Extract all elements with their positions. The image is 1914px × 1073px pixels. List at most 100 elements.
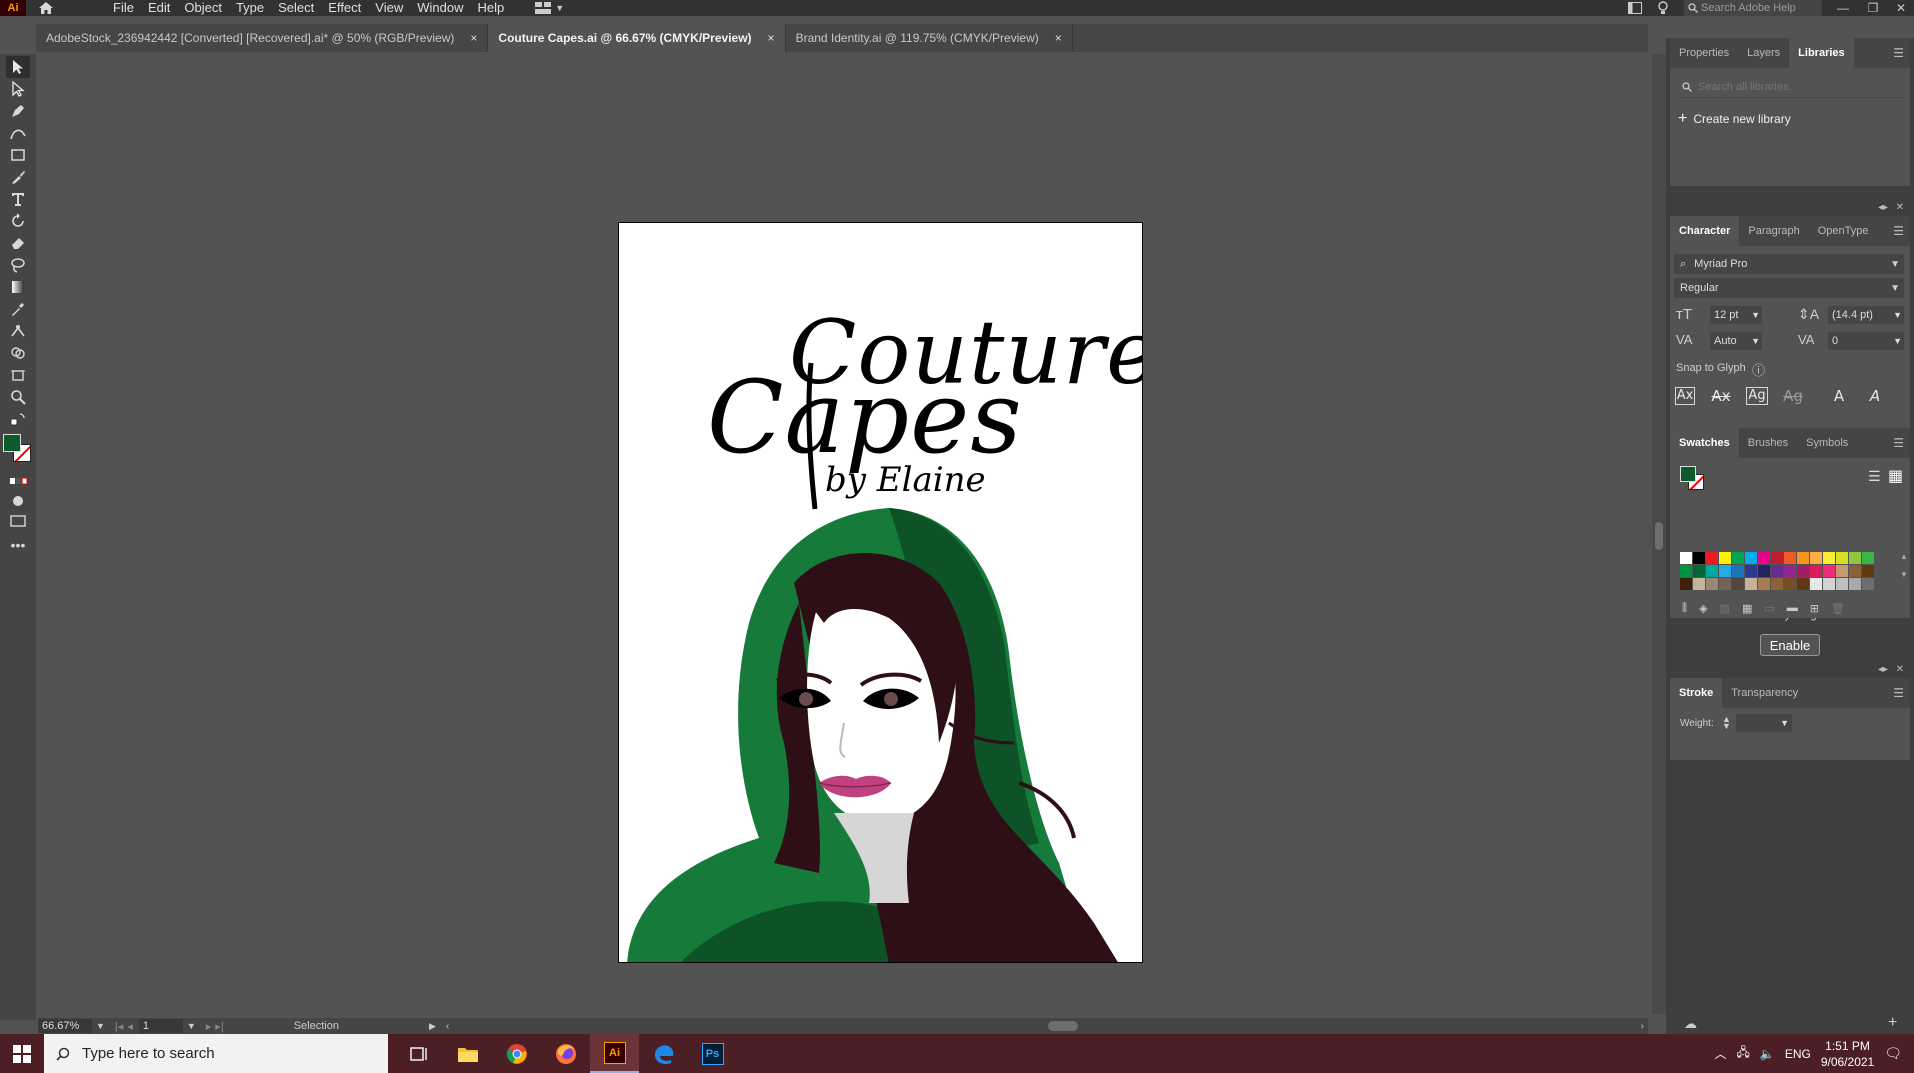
lasso-tool-icon[interactable]: [6, 254, 30, 276]
stroke-weight-field[interactable]: ▼: [1736, 714, 1792, 732]
color-swatch[interactable]: [1745, 578, 1757, 590]
home-icon[interactable]: [26, 0, 66, 16]
grid-view-icon[interactable]: ▦: [1888, 466, 1903, 486]
zoom-tool-icon[interactable]: [6, 386, 30, 408]
selection-tool-icon[interactable]: [6, 56, 30, 78]
delete-group-icon[interactable]: ▭: [1764, 602, 1774, 615]
tab-stroke[interactable]: Stroke: [1670, 678, 1723, 708]
add-panel-icon[interactable]: +: [1888, 1014, 1897, 1032]
color-mode-icon[interactable]: [6, 470, 30, 492]
close-icon[interactable]: ×: [768, 31, 775, 45]
panel-menu-icon[interactable]: ☰: [1893, 46, 1904, 60]
color-swatch[interactable]: [1797, 578, 1809, 590]
network-icon[interactable]: 🖧: [1736, 1043, 1749, 1064]
windows-start-button[interactable]: [0, 1034, 44, 1073]
font-size-field[interactable]: 12 pt ▼: [1710, 306, 1762, 324]
library-search-input[interactable]: [1698, 80, 1888, 93]
chevron-down-icon[interactable]: ▼: [96, 1021, 105, 1031]
help-search[interactable]: [1684, 0, 1822, 16]
snap-xheight-button[interactable]: Ax: [1708, 384, 1734, 408]
menu-file[interactable]: File: [106, 0, 141, 16]
tracking-field[interactable]: 0 ▼: [1828, 332, 1904, 350]
drawing-mode-icon[interactable]: [6, 490, 30, 512]
tab-properties[interactable]: Properties: [1670, 38, 1738, 68]
more-tools-icon[interactable]: •••: [6, 534, 30, 556]
chevron-down-icon[interactable]: ▼: [187, 1021, 196, 1031]
color-swatch[interactable]: [1758, 552, 1770, 564]
menu-type[interactable]: Type: [229, 0, 271, 16]
close-icon[interactable]: ✕: [1896, 202, 1904, 213]
color-swatch[interactable]: [1706, 552, 1718, 564]
kerning-field[interactable]: Auto ▼: [1710, 332, 1762, 350]
color-swatch[interactable]: [1745, 552, 1757, 564]
font-style-dropdown[interactable]: Regular ▼: [1674, 278, 1904, 298]
color-swatch[interactable]: [1849, 578, 1861, 590]
delete-swatch-icon[interactable]: 🗑: [1831, 602, 1845, 615]
snap-proximity-button[interactable]: Ag: [1780, 384, 1806, 408]
taskbar-search[interactable]: [44, 1034, 388, 1073]
rotate-tool-icon[interactable]: [6, 210, 30, 232]
help-search-input[interactable]: [1701, 1, 1813, 15]
fill-stroke-indicator[interactable]: [1680, 466, 1706, 492]
color-swatch[interactable]: [1732, 578, 1744, 590]
new-swatch-icon[interactable]: ⊞: [1810, 602, 1819, 615]
collapse-icon[interactable]: ◂▸: [1878, 664, 1888, 675]
menu-edit[interactable]: Edit: [141, 0, 177, 16]
leading-field[interactable]: (14.4 pt) ▼: [1828, 306, 1904, 324]
canvas[interactable]: Couture Capes by Elaine: [38, 54, 1648, 1016]
swatch-options-icon[interactable]: ▦: [1742, 602, 1752, 615]
zoom-level-field[interactable]: [38, 1019, 92, 1033]
color-swatch[interactable]: [1771, 552, 1783, 564]
snap-baseline-button[interactable]: Ax: [1672, 384, 1698, 408]
color-swatch[interactable]: [1706, 565, 1718, 577]
puppet-warp-tool-icon[interactable]: [6, 320, 30, 342]
lightbulb-icon[interactable]: [1652, 0, 1674, 16]
file-explorer-icon[interactable]: [443, 1034, 492, 1073]
arrange-documents-icon[interactable]: [1624, 0, 1646, 16]
color-swatch[interactable]: [1680, 552, 1692, 564]
scroll-thumb[interactable]: [1655, 522, 1663, 550]
color-swatch[interactable]: [1680, 578, 1692, 590]
rectangle-tool-icon[interactable]: [6, 144, 30, 166]
color-swatch[interactable]: [1823, 552, 1835, 564]
artboard[interactable]: Couture Capes by Elaine: [618, 222, 1143, 963]
firefox-icon[interactable]: [541, 1034, 590, 1073]
next-artboard-icon[interactable]: ▸: [206, 1020, 212, 1033]
color-swatch[interactable]: [1810, 552, 1822, 564]
color-swatch[interactable]: [1784, 552, 1796, 564]
color-swatch[interactable]: [1797, 552, 1809, 564]
create-new-library-button[interactable]: + Create new library: [1678, 110, 1791, 128]
swatch-scrollbar[interactable]: ▲ ▼: [1900, 552, 1908, 596]
cloud-sync-icon[interactable]: ☁: [1684, 1016, 1697, 1032]
last-artboard-icon[interactable]: ▸|: [215, 1020, 223, 1033]
language-indicator[interactable]: ENG: [1785, 1047, 1811, 1061]
close-icon[interactable]: ×: [1055, 31, 1062, 45]
new-color-group-icon[interactable]: ▬: [1787, 602, 1798, 614]
illustrator-taskbar-icon[interactable]: Ai: [590, 1034, 639, 1073]
color-swatch[interactable]: [1771, 578, 1783, 590]
doc-tab-couture-capes[interactable]: Couture Capes.ai @ 66.67% (CMYK/Preview)…: [488, 24, 786, 52]
color-swatch[interactable]: [1745, 565, 1757, 577]
swatch-group-icon[interactable]: ▧: [1720, 602, 1730, 615]
color-swatch[interactable]: [1771, 565, 1783, 577]
tab-symbols[interactable]: Symbols: [1797, 428, 1857, 458]
color-swatch[interactable]: [1823, 565, 1835, 577]
list-view-icon[interactable]: ☰: [1868, 468, 1881, 485]
screen-mode-icon[interactable]: [6, 510, 30, 532]
workspace-switcher[interactable]: ▼: [535, 0, 575, 16]
color-swatch[interactable]: [1810, 565, 1822, 577]
curvature-tool-icon[interactable]: [6, 122, 30, 144]
taskbar-search-input[interactable]: [82, 1045, 382, 1062]
edge-icon[interactable]: [639, 1034, 688, 1073]
close-window-button[interactable]: ✕: [1886, 0, 1914, 16]
tab-transparency[interactable]: Transparency: [1722, 678, 1807, 708]
library-search[interactable]: [1676, 76, 1904, 98]
color-swatch[interactable]: [1732, 552, 1744, 564]
info-icon[interactable]: ⓘ: [1752, 360, 1765, 379]
color-swatch[interactable]: [1823, 578, 1835, 590]
minimize-window-button[interactable]: —: [1828, 0, 1858, 16]
notification-icon[interactable]: 🗨: [1884, 1045, 1902, 1062]
color-swatch[interactable]: [1849, 552, 1861, 564]
type-tool-icon[interactable]: [6, 188, 30, 210]
menu-view[interactable]: View: [368, 0, 410, 16]
